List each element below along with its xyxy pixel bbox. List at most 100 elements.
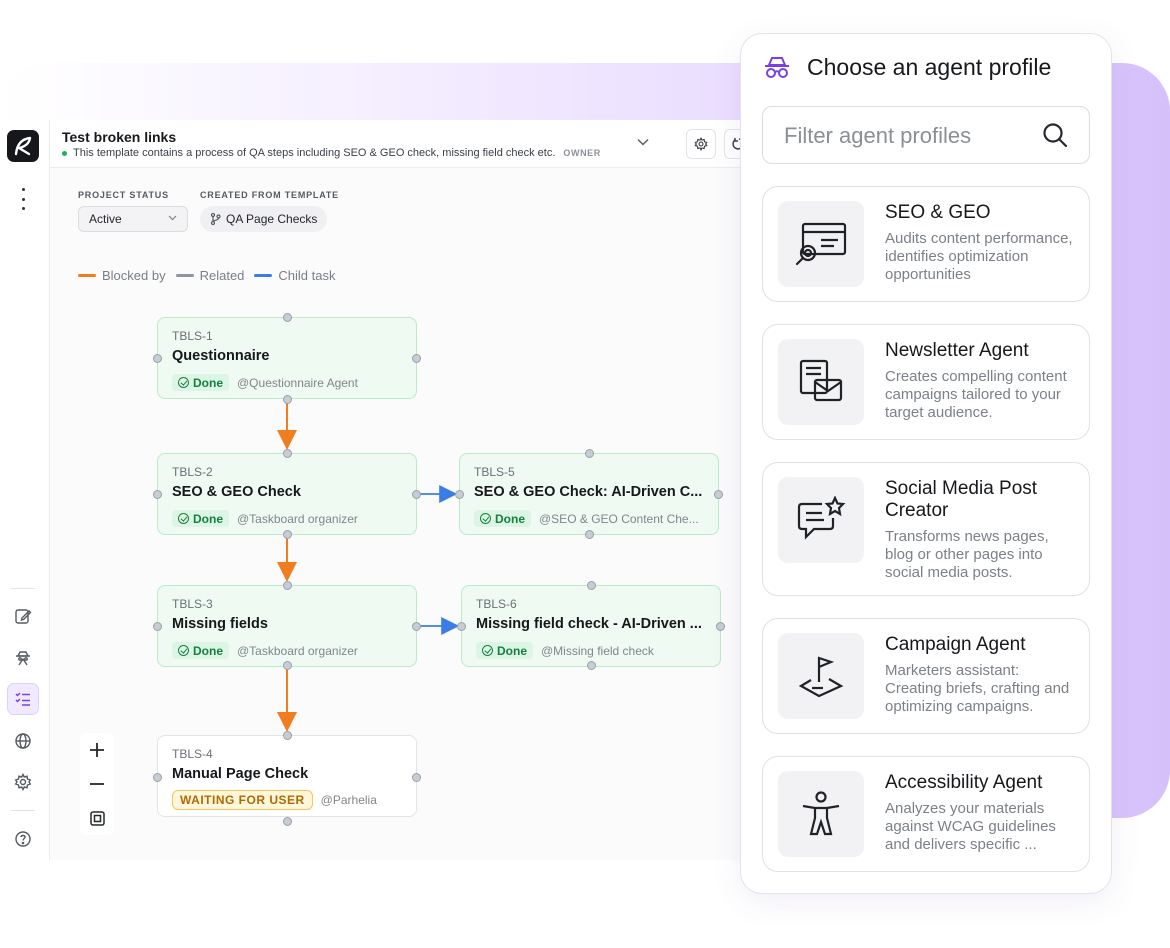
fit-view-icon (89, 810, 105, 826)
agent-profile-panel: Choose an agent profile Filter agent pro… (740, 33, 1112, 894)
connection-handle[interactable] (283, 817, 292, 826)
connection-handle[interactable] (153, 622, 162, 631)
chat-star-icon (778, 477, 864, 563)
agent-description: Transforms news pages, blog or other pag… (885, 528, 1049, 581)
connection-handle[interactable] (455, 490, 464, 499)
incognito-agent-icon (765, 56, 789, 78)
check-circle-icon (178, 645, 189, 656)
connection-handle[interactable] (716, 622, 725, 631)
zoom-controls (80, 733, 114, 835)
agent-card[interactable]: Social Media Post Creator Transforms new… (762, 462, 1090, 596)
zoom-out-button[interactable] (80, 767, 114, 801)
search-placeholder: Filter agent profiles (784, 123, 972, 148)
task-title: Missing fields (172, 616, 268, 632)
agent-name: SEO & GEO (885, 202, 991, 223)
assignee: @SEO & GEO Content Che... (539, 511, 699, 526)
agent-card[interactable]: Campaign Agent Marketers assistant: Crea… (762, 618, 1090, 734)
search-icon[interactable] (1041, 121, 1069, 154)
connection-handle[interactable] (412, 773, 421, 782)
fit-view-button[interactable] (80, 801, 114, 835)
taskboard-window: Test broken links This template contains… (0, 120, 760, 860)
task-id: TBLS-1 (172, 329, 213, 343)
status-text: Done (193, 375, 223, 390)
agent-search-input[interactable]: Filter agent profiles (762, 106, 1090, 164)
check-circle-icon (480, 513, 491, 524)
connection-handle[interactable] (412, 622, 421, 631)
status-badge: Done (476, 642, 533, 659)
connection-handle[interactable] (153, 773, 162, 782)
task-footer: Done @Taskboard organizer (172, 510, 358, 527)
connection-handle[interactable] (283, 449, 292, 458)
connection-handle[interactable] (457, 622, 466, 631)
connection-handle[interactable] (412, 354, 421, 363)
task-card[interactable]: TBLS-3 Missing fields Done @Taskboard or… (157, 585, 417, 667)
agent-card[interactable]: Newsletter Agent Creates compelling cont… (762, 324, 1090, 440)
connection-handle[interactable] (412, 490, 421, 499)
task-title: SEO & GEO Check (172, 484, 301, 500)
status-badge: Done (172, 642, 229, 659)
task-title: Manual Page Check (172, 766, 309, 782)
task-card[interactable]: TBLS-6 Missing field check - AI-Driven .… (461, 585, 721, 667)
connection-handle[interactable] (283, 530, 292, 539)
task-footer: Done @SEO & GEO Content Che... (474, 510, 699, 527)
assignee: @Parhelia (320, 793, 377, 807)
connection-handle[interactable] (283, 395, 292, 404)
status-badge: Done (172, 510, 229, 527)
assignee: @Questionnaire Agent (237, 375, 358, 390)
agent-name: Social Media Post Creator (885, 478, 1038, 521)
newsletter-envelope-icon (778, 339, 864, 425)
task-title: Questionnaire (172, 348, 270, 364)
task-title: Missing field check - AI-Driven ... (476, 616, 702, 632)
task-card[interactable]: TBLS-2 SEO & GEO Check Done @Taskboard o… (157, 453, 417, 535)
agent-name: Accessibility Agent (885, 772, 1043, 793)
task-footer: Done @Questionnaire Agent (172, 374, 358, 391)
agent-card[interactable]: Accessibility Agent Analyzes your materi… (762, 756, 1090, 872)
agent-name: Campaign Agent (885, 634, 1026, 655)
agent-description: Creates compelling content campaigns tai… (885, 368, 1067, 421)
assignee: @Missing field check (541, 643, 654, 658)
plus-icon (90, 743, 104, 757)
check-circle-icon (178, 377, 189, 388)
connection-handle[interactable] (153, 354, 162, 363)
agent-description: Analyzes your materials against WCAG gui… (885, 800, 1056, 853)
connection-handle[interactable] (153, 490, 162, 499)
status-text: Done (497, 643, 527, 658)
accessibility-person-icon (778, 771, 864, 857)
task-id: TBLS-3 (172, 597, 213, 611)
flag-map-icon (778, 633, 864, 719)
connection-handle[interactable] (587, 661, 596, 670)
status-badge: WAITING FOR USER (172, 790, 313, 810)
task-card[interactable]: TBLS-4 Manual Page Check WAITING FOR USE… (157, 735, 417, 817)
assignee: @Taskboard organizer (237, 643, 358, 658)
check-circle-icon (482, 645, 493, 656)
connection-handle[interactable] (585, 530, 594, 539)
connection-handle[interactable] (283, 661, 292, 670)
connection-handle[interactable] (283, 313, 292, 322)
connection-handle[interactable] (283, 581, 292, 590)
connection-handle[interactable] (587, 581, 596, 590)
status-badge: Done (474, 510, 531, 527)
connection-handle[interactable] (283, 731, 292, 740)
agent-description: Marketers assistant: Creating briefs, cr… (885, 662, 1070, 715)
task-card[interactable]: TBLS-5 SEO & GEO Check: AI-Driven C... D… (459, 453, 719, 535)
task-id: TBLS-4 (172, 747, 213, 761)
check-circle-icon (178, 513, 189, 524)
status-text: Done (193, 511, 223, 526)
minus-icon (90, 783, 104, 785)
stage: Test broken links This template contains… (0, 0, 1170, 948)
seo-document-magnifier-icon (778, 201, 864, 287)
panel-header: Choose an agent profile (763, 54, 1051, 81)
task-id: TBLS-6 (476, 597, 517, 611)
panel-title: Choose an agent profile (807, 54, 1052, 80)
task-title: SEO & GEO Check: AI-Driven C... (474, 484, 703, 500)
connection-handle[interactable] (585, 449, 594, 458)
task-footer: WAITING FOR USER @Parhelia (172, 790, 377, 810)
assignee: @Taskboard organizer (237, 511, 358, 526)
status-text: Done (193, 643, 223, 658)
zoom-in-button[interactable] (80, 733, 114, 767)
agent-card[interactable]: SEO & GEO Audits content performance, id… (762, 186, 1090, 302)
connection-handle[interactable] (714, 490, 723, 499)
status-badge: Done (172, 374, 229, 391)
task-id: TBLS-2 (172, 465, 213, 479)
task-card[interactable]: TBLS-1 Questionnaire Done @Questionnaire… (157, 317, 417, 399)
